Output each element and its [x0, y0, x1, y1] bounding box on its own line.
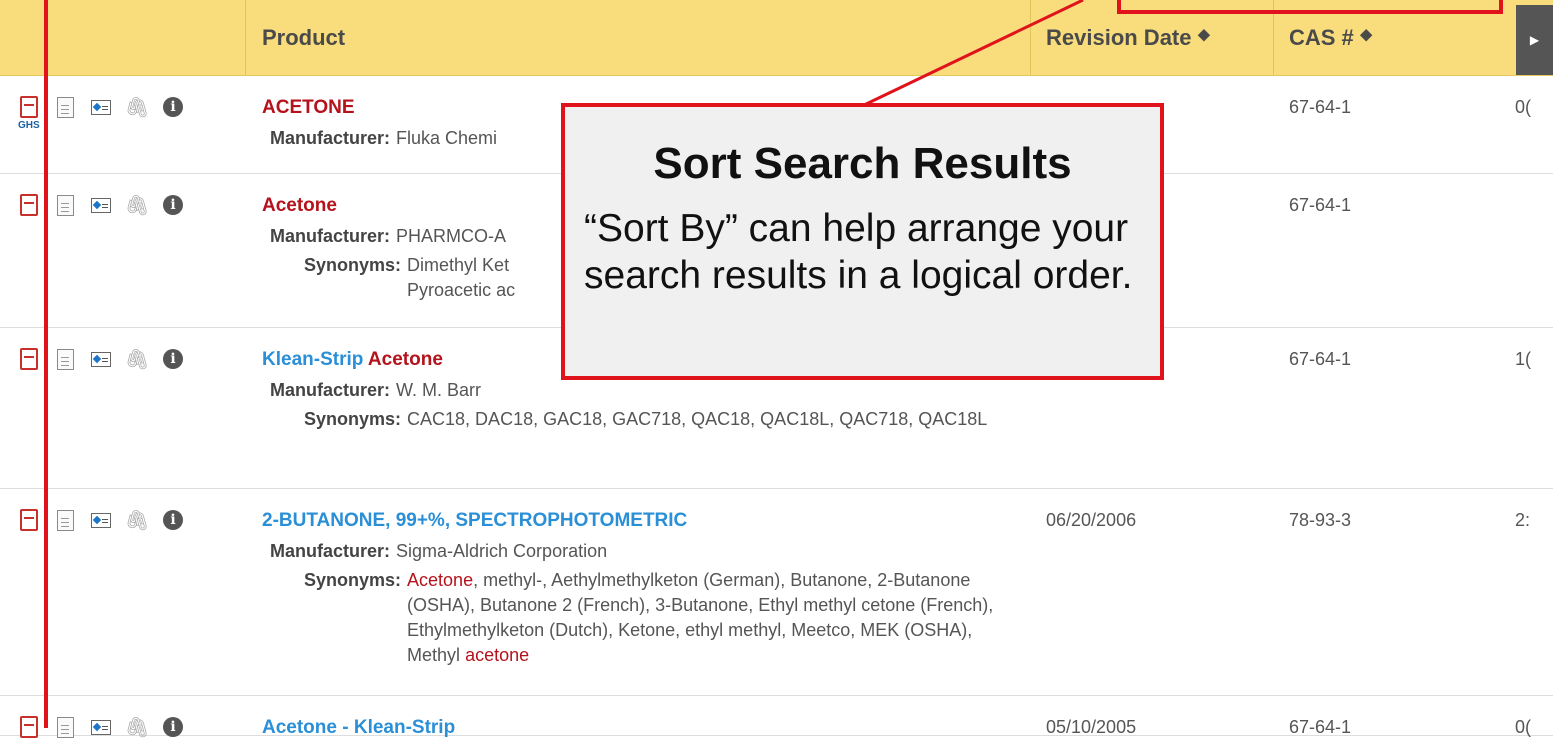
document-icon[interactable]	[54, 715, 76, 739]
pdf-icon[interactable]	[18, 193, 40, 217]
truncated-cell: 1(	[1515, 349, 1532, 369]
column-header-product[interactable]: Product	[262, 0, 345, 75]
label-icon[interactable]	[90, 715, 112, 739]
cas-number: 67-64-1	[1289, 349, 1352, 369]
cas-number: 78-93-3	[1289, 510, 1352, 530]
product-link[interactable]: ACETONE	[262, 95, 497, 120]
pdf-icon[interactable]	[18, 95, 40, 119]
chevron-right-icon: ▶	[1529, 33, 1540, 47]
info-icon[interactable]: i	[162, 95, 184, 119]
info-icon[interactable]: i	[162, 193, 184, 217]
label-icon[interactable]	[90, 347, 112, 371]
product-cell: 2-BUTANONE, 99+%, SPECTROPHOTOMETRIC Manu…	[262, 508, 997, 668]
paperclip-icon[interactable]: 🖇	[124, 715, 149, 739]
document-icon[interactable]	[54, 95, 76, 119]
row-actions: 🖇 i	[18, 508, 184, 532]
paperclip-icon[interactable]: 🖇	[124, 508, 149, 532]
sort-icon[interactable]: ⯁	[1360, 29, 1373, 46]
pdf-icon[interactable]	[18, 508, 40, 532]
document-icon[interactable]	[54, 347, 76, 371]
label-icon[interactable]	[90, 193, 112, 217]
info-icon[interactable]: i	[162, 715, 184, 739]
product-cell: ACETONE Manufacturer: Fluka Chemi	[262, 95, 497, 151]
table-row: 🖇 i 2-BUTANONE, 99+%, SPECTROPHOTOMETRIC Ma…	[0, 488, 1553, 696]
ghs-icon[interactable]: GHS	[18, 120, 40, 131]
paperclip-icon[interactable]: 🖇	[124, 193, 149, 217]
truncated-cell: 2:	[1515, 510, 1531, 530]
sort-icon[interactable]: ⯁	[1198, 29, 1211, 46]
callout-title: Sort Search Results	[653, 139, 1072, 188]
callout-body: “Sort By” can help arrange your search r…	[584, 207, 1133, 297]
row-actions: 🖇 i	[18, 347, 184, 371]
revision-date: 06/20/2006	[1046, 510, 1137, 530]
tutorial-callout: Sort Search Results “Sort By” can help a…	[561, 103, 1164, 380]
highlight-line	[44, 0, 48, 728]
pdf-icon[interactable]	[18, 715, 40, 739]
cas-number: 67-64-1	[1289, 97, 1352, 117]
paperclip-icon[interactable]: 🖇	[124, 95, 149, 119]
label-icon[interactable]	[90, 508, 112, 532]
product-link[interactable]: 2-BUTANONE, 99+%, SPECTROPHOTOMETRIC	[262, 508, 997, 533]
row-actions: 🖇 i	[18, 715, 184, 739]
pdf-icon[interactable]	[18, 347, 40, 371]
truncated-cell: 0(	[1515, 97, 1532, 117]
paperclip-icon[interactable]: 🖇	[124, 347, 149, 371]
highlight-box	[1117, 0, 1503, 14]
synonyms-line: Synonyms: CAC18, DAC18, GAC18, GAC718, QA…	[304, 409, 988, 429]
info-icon[interactable]: i	[162, 508, 184, 532]
label-icon[interactable]	[90, 95, 112, 119]
info-icon[interactable]: i	[162, 347, 184, 371]
manufacturer-line: Manufacturer: W. M. Barr	[270, 380, 482, 400]
cas-number: 67-64-1	[1289, 195, 1352, 215]
manufacturer-line: Manufacturer: Sigma-Aldrich Corporation	[270, 541, 608, 561]
document-icon[interactable]	[54, 193, 76, 217]
document-icon[interactable]	[54, 508, 76, 532]
row-actions: 🖇 i	[18, 95, 184, 119]
manufacturer-line: Manufacturer: Fluka Chemi	[270, 128, 498, 148]
row-actions: 🖇 i	[18, 193, 184, 217]
scroll-right-button[interactable]: ▶	[1516, 5, 1553, 75]
synonyms-line: Synonyms: Acetone, methyl-, Aethylmethylk…	[304, 570, 994, 665]
table-row: 🖇 i Acetone - Klean-Strip 05/10/2005 67-64-1…	[0, 695, 1553, 739]
